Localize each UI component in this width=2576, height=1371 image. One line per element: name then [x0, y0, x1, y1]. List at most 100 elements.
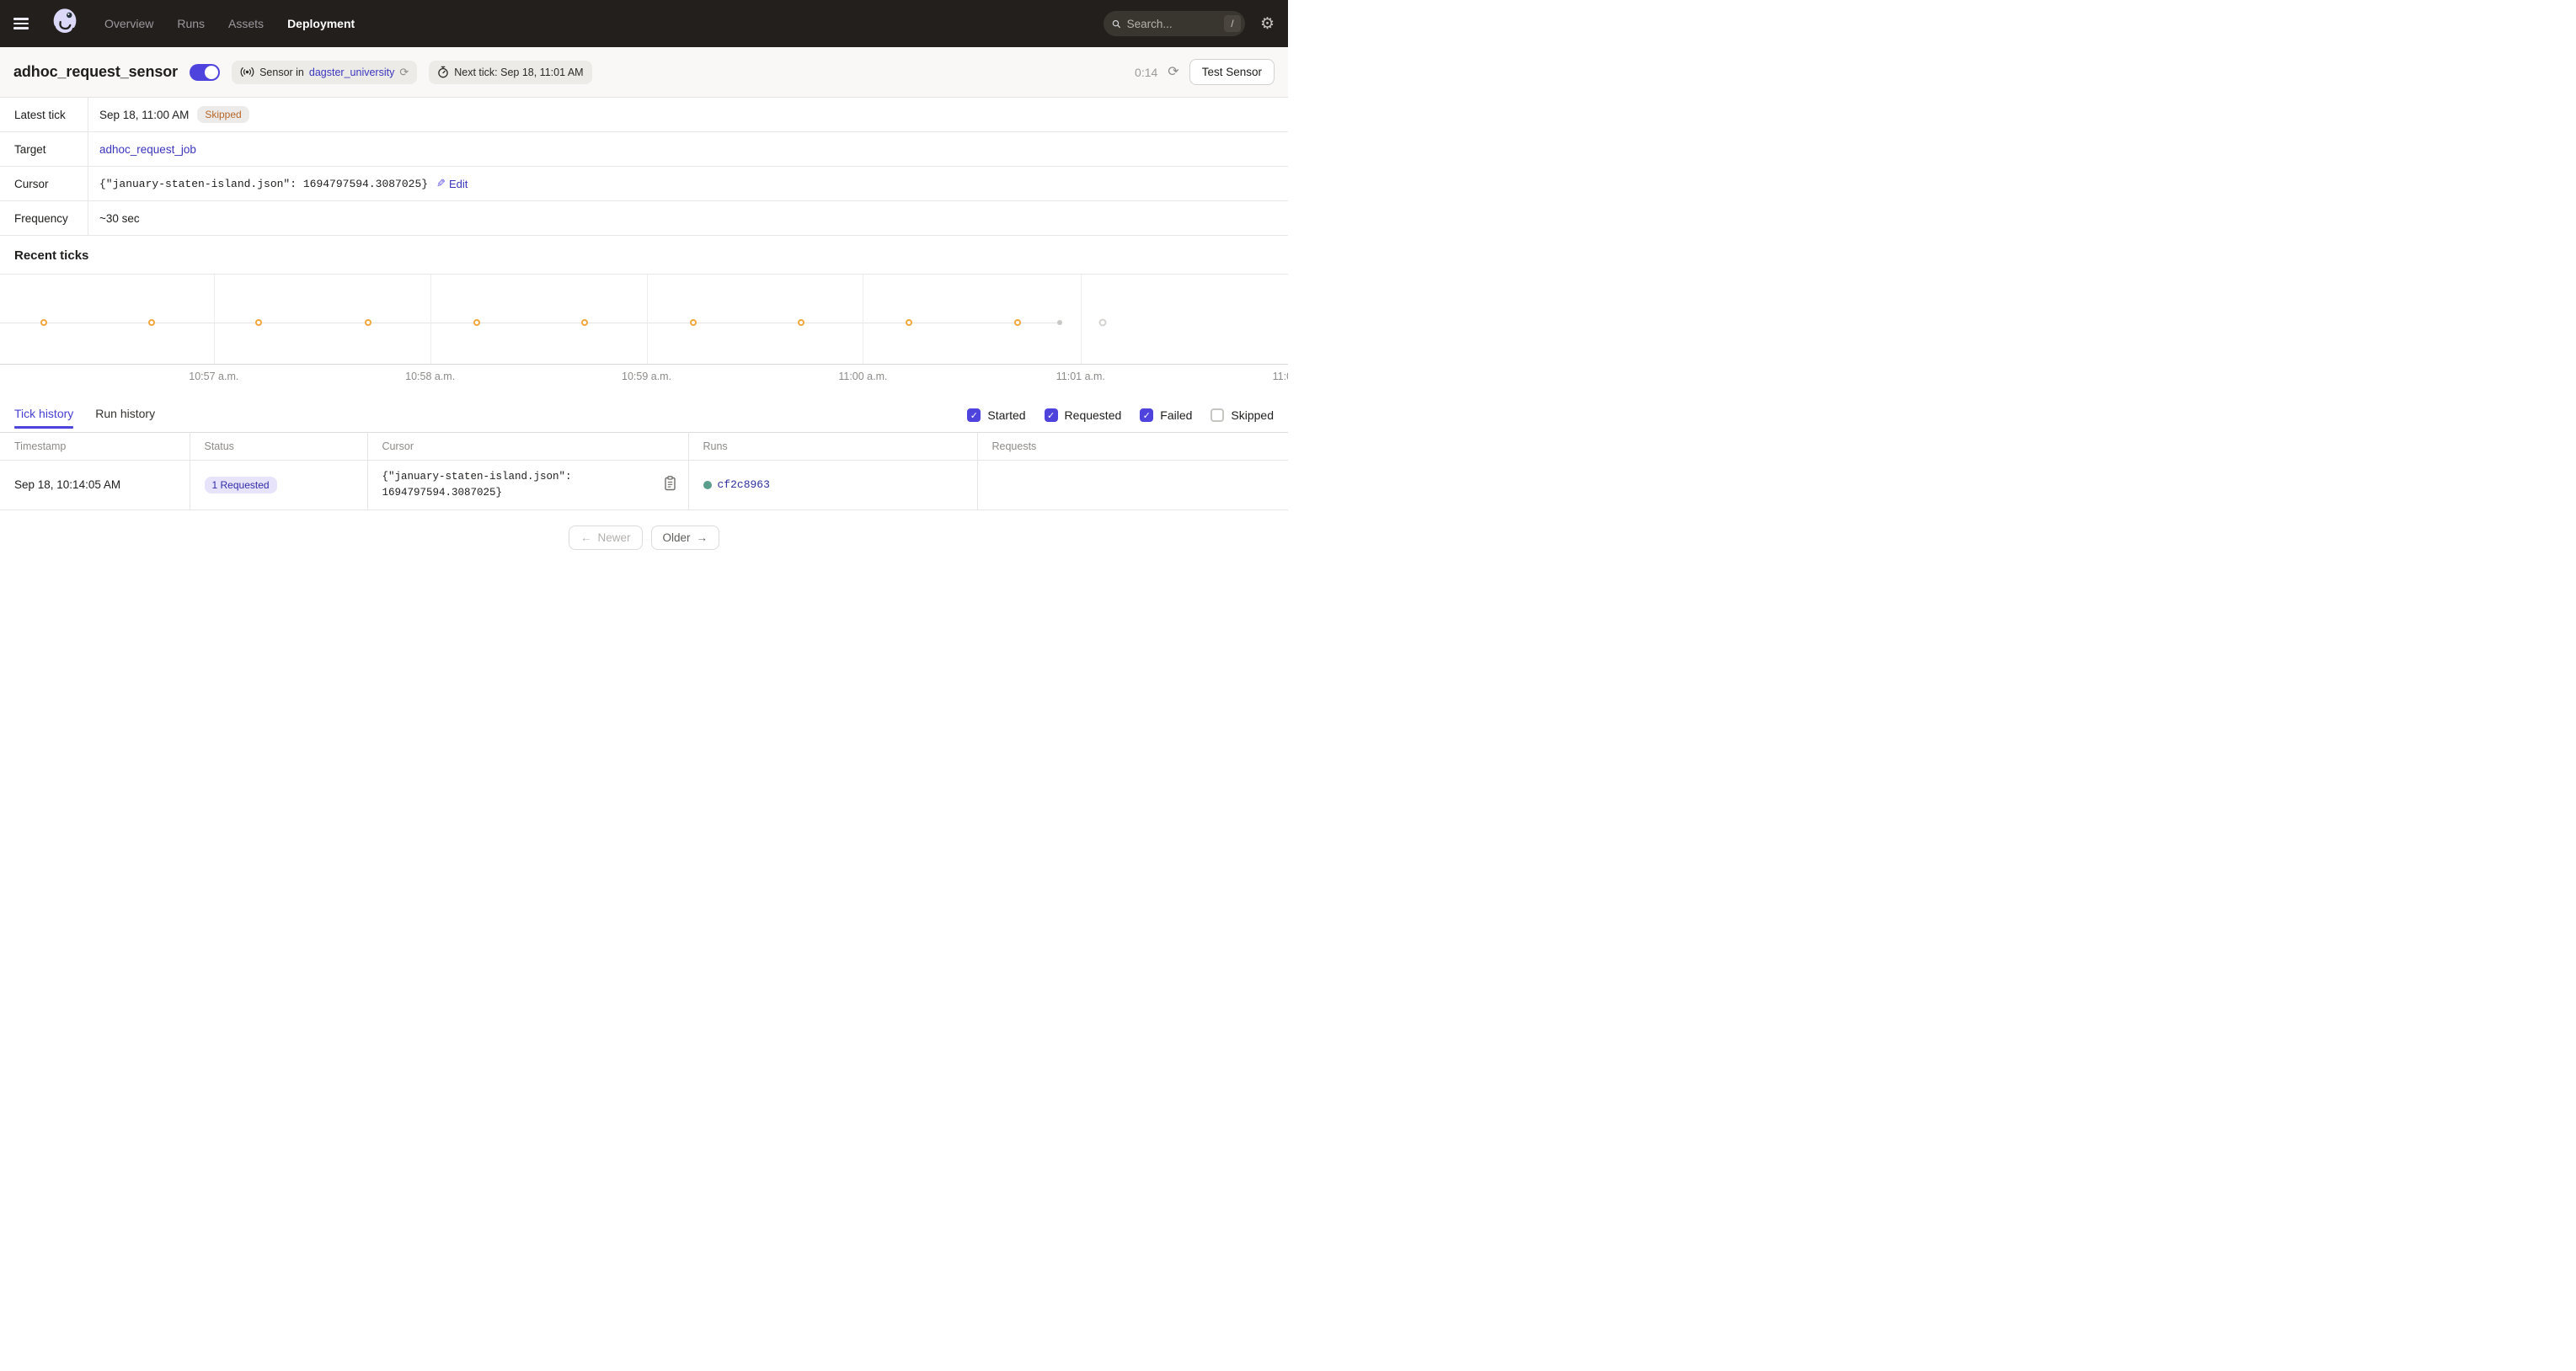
tick-history-table: Timestamp Status Cursor Runs Requests Se…: [0, 432, 1288, 510]
sensor-location-badge: Sensor in dagster_university ⟳: [232, 61, 417, 84]
search-box[interactable]: /: [1104, 11, 1245, 36]
tab-run-history[interactable]: Run history: [95, 407, 155, 432]
checkbox-icon: ✓: [967, 408, 981, 422]
search-shortcut-key: /: [1224, 15, 1241, 32]
axis-tick-label: 10:57 a.m.: [189, 371, 238, 382]
filter-skipped[interactable]: Skipped: [1211, 408, 1274, 422]
col-cursor: Cursor: [367, 433, 688, 461]
checkbox-icon: ✓: [1140, 408, 1153, 422]
cursor-label: Cursor: [0, 167, 88, 200]
status-filters: ✓ Started ✓ Requested ✓ Failed Skipped: [967, 408, 1274, 432]
dagster-logo-icon: [47, 6, 83, 41]
frequency-label: Frequency: [0, 201, 88, 235]
tick-dot-skipped[interactable]: [148, 319, 155, 326]
tick-dot-skipped[interactable]: [906, 319, 912, 326]
next-tick-badge: Next tick: Sep 18, 11:01 AM: [429, 61, 591, 84]
copy-cursor-button[interactable]: [662, 474, 678, 495]
tick-dot-skipped[interactable]: [690, 319, 697, 326]
checkbox-icon: ✓: [1045, 408, 1058, 422]
tick-dot-skipped[interactable]: [581, 319, 588, 326]
timeline-gridline: [647, 275, 648, 364]
table-header-row: Timestamp Status Cursor Runs Requests: [0, 433, 1288, 461]
latest-tick-time: Sep 18, 11:00 AM: [99, 109, 189, 121]
frequency-row: Frequency ~30 sec: [0, 201, 1288, 236]
page-title: adhoc_request_sensor: [13, 63, 178, 81]
sensor-in-label: Sensor in: [259, 67, 304, 78]
filter-label: Failed: [1160, 408, 1192, 422]
table-row: Sep 18, 10:14:05 AM 1 Requested {"januar…: [0, 461, 1288, 510]
run-id-link[interactable]: cf2c8963: [718, 478, 770, 491]
tick-dot-skipped[interactable]: [40, 319, 47, 326]
stopwatch-icon: [437, 66, 449, 78]
target-job-link[interactable]: adhoc_request_job: [99, 143, 196, 156]
axis-tick-label: 10:59 a.m.: [622, 371, 671, 382]
filter-requested[interactable]: ✓ Requested: [1045, 408, 1122, 422]
left-arrow-icon: ←: [580, 531, 592, 544]
primary-nav: Overview Runs Assets Deployment: [104, 17, 355, 30]
edit-cursor-button[interactable]: ✎ Edit: [436, 177, 468, 190]
test-sensor-button[interactable]: Test Sensor: [1189, 59, 1275, 85]
timeline-gridline: [214, 275, 215, 364]
tick-timeline[interactable]: [0, 275, 1288, 365]
nav-item-deployment[interactable]: Deployment: [287, 17, 355, 30]
history-tabs-row: Tick history Run history ✓ Started ✓ Reque…: [0, 388, 1288, 432]
filter-label: Requested: [1065, 408, 1122, 422]
col-status: Status: [190, 433, 367, 461]
axis-tick-label: 10:58 a.m.: [405, 371, 455, 382]
newer-label: Newer: [597, 531, 630, 544]
sensor-on-toggle[interactable]: [190, 64, 220, 81]
cell-status: 1 Requested: [190, 461, 367, 510]
top-nav: Overview Runs Assets Deployment / ⚙: [0, 0, 1288, 47]
next-tick-label: Next tick: Sep 18, 11:01 AM: [454, 67, 583, 78]
tick-dot-marker[interactable]: [1057, 320, 1062, 325]
filter-label: Started: [987, 408, 1025, 422]
menu-icon[interactable]: [13, 12, 37, 35]
col-runs: Runs: [688, 433, 977, 461]
cell-runs: cf2c8963: [688, 461, 977, 510]
older-button[interactable]: Older →: [651, 525, 720, 550]
newer-button[interactable]: ← Newer: [569, 525, 643, 550]
frequency-value: ~30 sec: [99, 212, 140, 225]
cell-requests: [977, 461, 1288, 510]
nav-item-assets[interactable]: Assets: [228, 17, 264, 30]
skipped-status-badge: Skipped: [197, 106, 249, 123]
cell-cursor: {"january-staten-island.json": 169479759…: [367, 461, 688, 510]
tab-tick-history[interactable]: Tick history: [14, 407, 73, 432]
checkbox-icon: [1211, 408, 1224, 422]
filter-label: Skipped: [1231, 408, 1274, 422]
filter-failed[interactable]: ✓ Failed: [1140, 408, 1192, 422]
search-icon: [1112, 18, 1121, 30]
refresh-countdown: 0:14: [1135, 66, 1157, 79]
older-label: Older: [663, 531, 691, 544]
tick-dot-skipped[interactable]: [473, 319, 480, 326]
search-input[interactable]: [1127, 18, 1218, 30]
refresh-icon[interactable]: ⟳: [1168, 66, 1178, 79]
run-status-dot: [703, 481, 712, 489]
pencil-icon: ✎: [436, 177, 446, 190]
tick-dot-skipped[interactable]: [365, 319, 371, 326]
cursor-row: Cursor {"january-staten-island.json": 16…: [0, 167, 1288, 201]
tick-dot-skipped[interactable]: [798, 319, 804, 326]
edit-label: Edit: [449, 178, 468, 190]
tick-dot-skipped[interactable]: [1014, 319, 1021, 326]
clipboard-icon: [664, 476, 676, 491]
target-row: Target adhoc_request_job: [0, 132, 1288, 167]
requested-status-badge: 1 Requested: [205, 477, 277, 493]
sensor-details: Latest tick Sep 18, 11:00 AM Skipped Tar…: [0, 98, 1288, 236]
latest-tick-label: Latest tick: [0, 98, 88, 131]
cursor-value: {"january-staten-island.json": 169479759…: [99, 178, 428, 190]
row-cursor-value: {"january-staten-island.json": 169479759…: [382, 469, 635, 501]
reload-location-icon[interactable]: ⟳: [399, 67, 409, 77]
tick-dot-pending[interactable]: [1098, 319, 1106, 327]
axis-tick-label: 11:02 a.m.: [1273, 371, 1288, 382]
target-label: Target: [0, 132, 88, 166]
nav-item-overview[interactable]: Overview: [104, 17, 153, 30]
timeline-axis: 10:57 a.m.10:58 a.m.10:59 a.m.11:00 a.m.…: [0, 365, 1288, 388]
nav-item-runs[interactable]: Runs: [177, 17, 205, 30]
latest-tick-row: Latest tick Sep 18, 11:00 AM Skipped: [0, 98, 1288, 132]
filter-started[interactable]: ✓ Started: [967, 408, 1025, 422]
code-location-link[interactable]: dagster_university: [309, 67, 394, 78]
tick-dot-skipped[interactable]: [255, 319, 262, 326]
settings-gear-icon[interactable]: ⚙: [1260, 16, 1275, 32]
pagination: ← Newer Older →: [0, 525, 1288, 550]
